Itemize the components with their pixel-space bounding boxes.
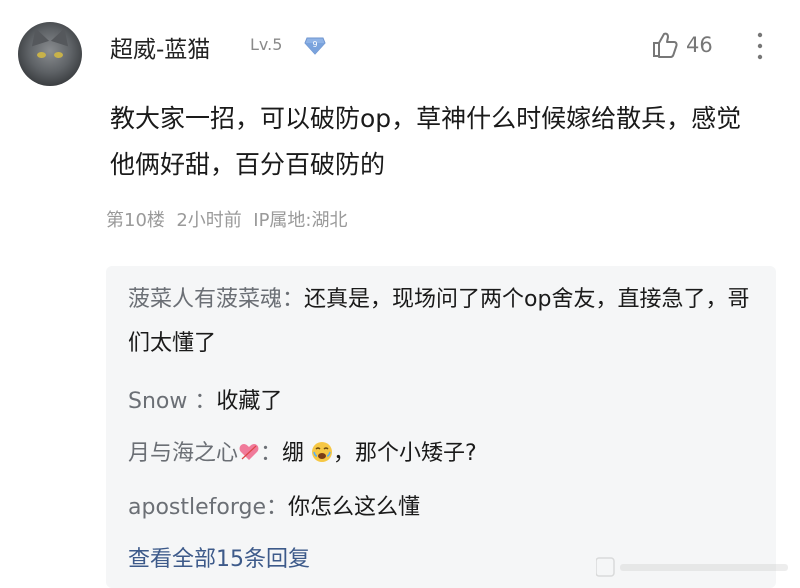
reply-author[interactable]: 菠菜人有菠菜魂 xyxy=(128,287,282,312)
reply-text: 你怎么这么懂 xyxy=(288,495,421,520)
reply-author[interactable]: apostleforge xyxy=(128,495,266,520)
level-gem-icon: 9 xyxy=(304,37,326,55)
cat-ear-right xyxy=(50,25,74,47)
comment-text: 教大家一招，可以破防op，草神什么时候嫁给散兵，感觉他俩好甜，百分百破防的 xyxy=(110,104,742,179)
more-options-icon[interactable] xyxy=(754,30,766,62)
reply-text-after: ，那个小矮子? xyxy=(333,441,477,466)
heart-emoji-icon xyxy=(239,444,259,460)
like-count: 46 xyxy=(686,33,713,57)
reply-separator: ： xyxy=(260,441,283,466)
thumbs-up-icon xyxy=(653,32,678,58)
cat-ear-left xyxy=(26,25,50,47)
like-button[interactable]: 46 xyxy=(650,30,713,60)
reply-item[interactable]: 菠菜人有菠菜魂：还真是，现场问了两个op舍友，直接急了，哥们太懂了 xyxy=(128,278,758,366)
laughing-crying-face-icon xyxy=(312,442,333,462)
avatar[interactable] xyxy=(18,22,82,86)
reply-text: 收藏了 xyxy=(216,389,283,414)
reply-separator: ： xyxy=(266,495,289,520)
reply-separator: ： xyxy=(194,389,217,414)
reply-item[interactable]: 月与海之心 ：绷 ，那个小矮子? xyxy=(128,432,758,476)
level-badge-number: 9 xyxy=(312,40,317,49)
reply-author[interactable]: 月与海之心 xyxy=(128,441,238,466)
reply-item[interactable]: apostleforge：你怎么这么懂 xyxy=(128,486,758,530)
reply-separator: ： xyxy=(282,287,305,312)
replies-panel: 菠菜人有菠菜魂：还真是，现场问了两个op舍友，直接急了，哥们太懂了 Snow ：… xyxy=(106,266,776,588)
level-label: Lv.5 xyxy=(250,35,283,54)
reply-item[interactable]: Snow ：收藏了 xyxy=(128,380,758,424)
ip-location-label: IP属地:湖北 xyxy=(253,210,348,231)
comment-meta: 第10楼 2小时前 IP属地:湖北 xyxy=(106,206,348,232)
reply-author[interactable]: Snow xyxy=(128,389,194,414)
cat-eye-left xyxy=(37,52,46,58)
time-label: 2小时前 xyxy=(176,210,242,231)
username[interactable]: 超威-蓝猫 xyxy=(110,30,210,64)
cat-eye-right xyxy=(54,52,63,58)
floor-label: 第10楼 xyxy=(106,210,165,231)
view-all-replies-link[interactable]: 查看全部15条回复 xyxy=(128,538,310,582)
watermark-mark xyxy=(596,557,788,577)
reply-text-before: 绷 xyxy=(282,441,305,466)
